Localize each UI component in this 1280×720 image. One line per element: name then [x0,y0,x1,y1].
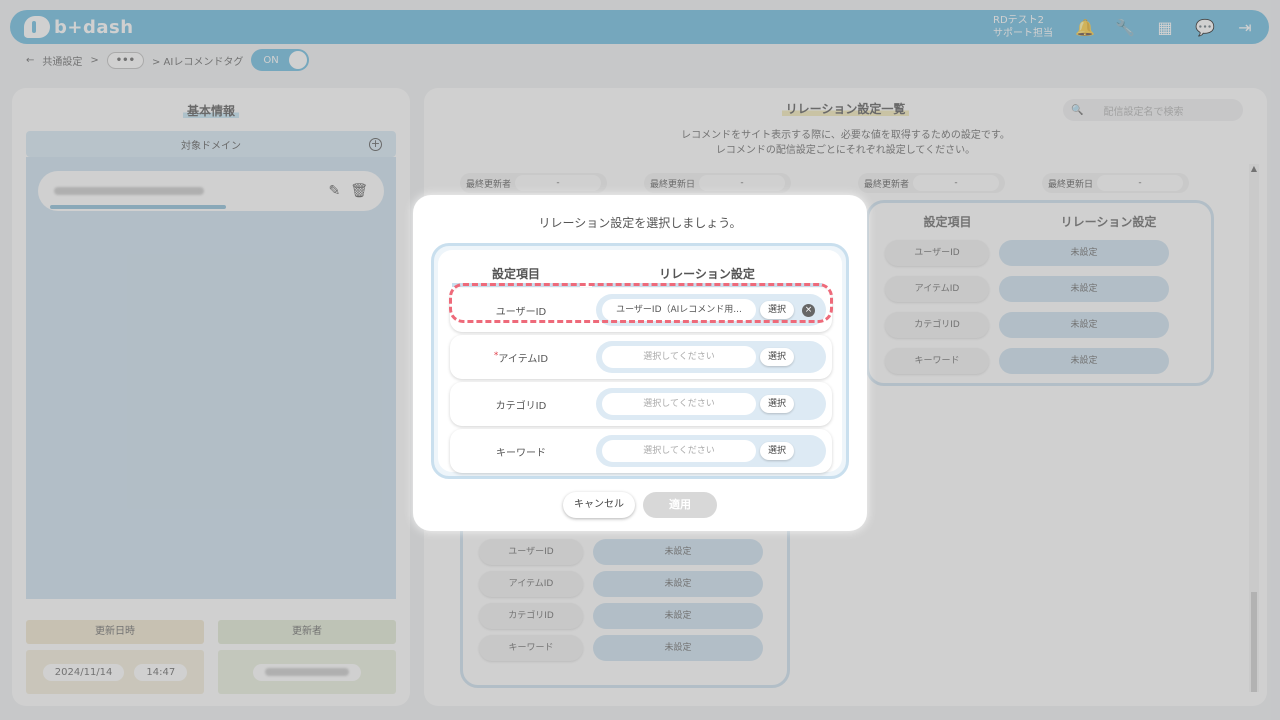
relation-row-category-id: カテゴリID 選択してください 選択 [450,382,832,426]
select-button[interactable]: 選択 [760,395,794,413]
modal-relation-card: 設定項目 リレーション設定 ユーザーID ユーザーID（AIレコメンド用... … [431,243,849,479]
row-label: *アイテムID [493,350,549,365]
cancel-button[interactable]: キャンセル [563,492,635,518]
relation-select-modal: リレーション設定を選択しましょう。 設定項目 リレーション設定 ユーザーID ユ… [413,195,867,531]
required-mark: * [493,350,499,361]
select-button[interactable]: 選択 [760,348,794,366]
row-label: キーワード [496,447,546,459]
relation-field[interactable]: 選択してください 選択 [596,388,826,420]
modal-title: リレーション設定を選択しましょう。 [538,216,742,230]
relation-field[interactable]: 選択してください 選択 [596,341,826,373]
apply-button[interactable]: 適用 [643,492,717,518]
relation-row-item-id: *アイテムID 選択してください 選択 [450,335,832,379]
relation-field[interactable]: 選択してください 選択 [596,435,826,467]
relation-placeholder[interactable]: 選択してください [602,346,756,368]
relation-placeholder[interactable]: 選択してください [602,440,756,462]
highlight-dashed-outline [449,283,833,323]
relation-placeholder[interactable]: 選択してください [602,393,756,415]
row-label: カテゴリID [495,400,547,412]
relation-row-keyword: キーワード 選択してください 選択 [450,429,832,473]
select-button[interactable]: 選択 [760,442,794,460]
